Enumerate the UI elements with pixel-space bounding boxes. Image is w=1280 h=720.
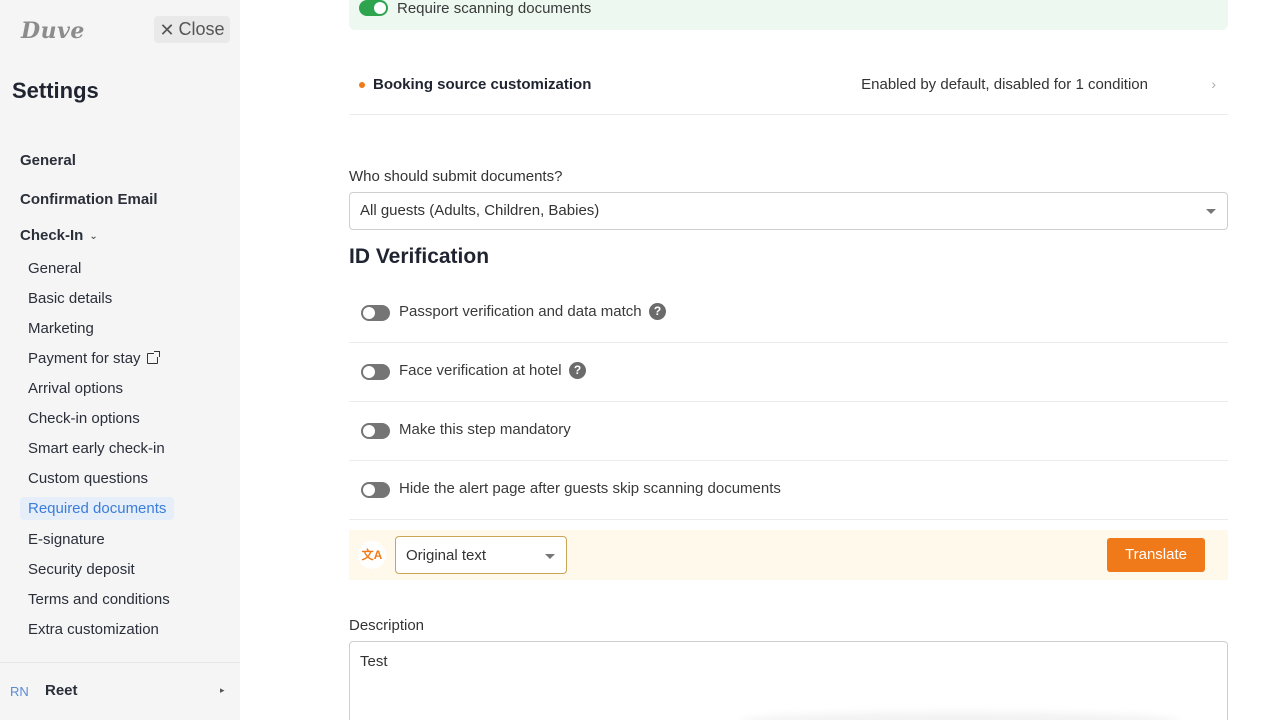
scan-documents-banner: Require scanning documents [349,0,1228,30]
option-label: Hide the alert page after guests skip sc… [399,480,781,497]
chevron-right-icon: › [1211,76,1216,92]
translate-icon: 文A [358,541,386,569]
sidebar-subitem-arrival-options[interactable]: Arrival options [28,380,123,397]
hide-alert-page-toggle[interactable] [361,482,390,498]
language-select[interactable]: Original text [395,536,567,574]
who-submit-label: Who should submit documents? [349,168,563,185]
sidebar-subitem-extra-customization[interactable]: Extra customization [28,621,159,638]
id-verification-title: ID Verification [349,245,490,268]
sidebar-subitem-general[interactable]: General [28,260,81,277]
sidebar-item-general[interactable]: General [20,152,76,169]
sidebar-subitem-security-deposit[interactable]: Security deposit [28,561,135,578]
sidebar-subitem-required-documents[interactable]: Required documents [20,497,175,520]
user-name: Reet [45,682,78,699]
sidebar-item-check-in[interactable]: Check-In ⌄ [20,227,98,244]
option-row-hide-alert-page: Hide the alert page after guests skip sc… [349,461,1228,520]
sidebar-item-label: Check-In [20,227,84,244]
option-row-face-verification: Face verification at hotel ? [349,343,1228,402]
user-menu[interactable]: RN Reet ▸ [0,662,240,720]
sidebar-subitem-basic-details[interactable]: Basic details [28,290,112,307]
sidebar-subitem-e-signature[interactable]: E-signature [28,531,105,548]
close-button[interactable]: ✕ Close [154,16,230,43]
sidebar-subitem-payment-for-stay[interactable]: Payment for stay [28,350,160,367]
page-title: Settings [12,78,99,103]
status-dot [359,82,365,88]
external-link-icon [146,351,160,364]
option-label: Passport verification and data match [399,303,642,320]
who-submit-select[interactable]: All guests (Adults, Children, Babies) [349,192,1228,230]
option-row-mandatory-step: Make this step mandatory [349,402,1228,461]
close-icon: ✕ [159,19,175,40]
chevron-down-icon [545,554,555,559]
language-value: Original text [406,547,487,564]
require-scanning-label: Require scanning documents [397,0,592,17]
option-label: Face verification at hotel [399,362,562,379]
face-verification-toggle[interactable] [361,364,390,380]
require-scanning-toggle[interactable] [359,0,388,16]
caret-right-icon: ▸ [220,685,225,695]
chevron-down-icon [1206,209,1216,214]
help-icon[interactable]: ? [649,303,666,320]
sidebar-item-confirmation-email[interactable]: Confirmation Email [20,191,158,208]
who-submit-value: All guests (Adults, Children, Babies) [360,202,600,219]
chevron-down-icon: ⌄ [89,230,98,242]
sidebar-subitem-marketing[interactable]: Marketing [28,320,94,337]
help-icon[interactable]: ? [569,362,586,379]
passport-verification-toggle[interactable] [361,305,390,321]
booking-source-status: Enabled by default, disabled for 1 condi… [861,76,1148,93]
avatar: RN [10,684,29,699]
booking-source-title: Booking source customization [373,76,592,93]
option-row-passport-verification: Passport verification and data match ? [349,284,1228,343]
sidebar-item-label: Payment for stay [28,350,141,367]
sidebar-subitem-custom-questions[interactable]: Custom questions [28,470,148,487]
translate-button[interactable]: Translate [1107,538,1205,572]
description-textarea[interactable]: Test [349,641,1228,720]
sidebar-subitem-terms-and-conditions[interactable]: Terms and conditions [28,591,170,608]
description-label: Description [349,617,425,634]
description-value: Test [360,653,388,670]
close-label: Close [178,19,225,39]
sidebar-subitem-check-in-options[interactable]: Check-in options [28,410,140,427]
app-logo: Duve [21,18,85,44]
sidebar: Duve ✕ Close Settings General Confirmati… [0,0,240,720]
option-label: Make this step mandatory [399,421,571,438]
sidebar-subitem-smart-early-check-in[interactable]: Smart early check-in [28,440,165,457]
translate-bar: 文A Original text Translate [349,530,1228,580]
mandatory-step-toggle[interactable] [361,423,390,439]
booking-source-row[interactable]: Booking source customization Enabled by … [349,56,1228,115]
